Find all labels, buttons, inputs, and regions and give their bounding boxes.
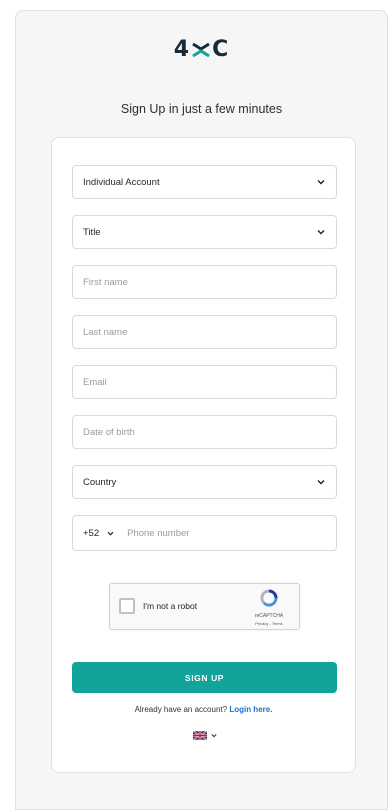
page-tagline: Sign Up in just a few minutes — [120, 102, 283, 116]
first-name-input[interactable]: First name — [72, 265, 337, 299]
country-select[interactable]: Country — [72, 465, 337, 499]
last-name-placeholder: Last name — [83, 326, 128, 338]
title-value: Title — [83, 226, 101, 238]
email-input[interactable]: Email — [72, 365, 337, 399]
recaptcha-label: I'm not a robot — [143, 601, 198, 611]
chevron-down-icon — [211, 734, 217, 738]
account-type-value: Individual Account — [83, 176, 160, 188]
recaptcha-logo: reCAPTCHA Privacy - Terms — [249, 589, 289, 626]
country-value: Country — [83, 476, 117, 488]
brand-logo: 4 C — [16, 37, 387, 62]
phone-field: +52 Phone number — [72, 515, 337, 551]
date-of-birth-placeholder: Date of birth — [83, 426, 135, 438]
chevron-down-icon — [316, 227, 326, 237]
account-type-select[interactable]: Individual Account — [72, 165, 337, 199]
recaptcha-privacy-terms[interactable]: Privacy - Terms — [249, 621, 289, 626]
chevron-down-icon[interactable] — [105, 528, 115, 538]
recaptcha-checkbox[interactable] — [119, 598, 135, 614]
login-prompt: Already have an account? Login here. — [52, 705, 355, 714]
first-name-placeholder: First name — [83, 276, 128, 288]
phone-number-input[interactable]: Phone number — [127, 528, 326, 539]
email-placeholder: Email — [83, 376, 107, 388]
date-of-birth-input[interactable]: Date of birth — [72, 415, 337, 449]
recaptcha-widget: I'm not a robot reCAPTCHA Privacy - Term… — [109, 583, 300, 630]
logo-x-icon — [192, 42, 210, 57]
chevron-down-icon — [316, 177, 326, 187]
chevron-down-icon — [316, 477, 326, 487]
language-selector[interactable] — [193, 731, 217, 740]
recaptcha-brand: reCAPTCHA — [254, 613, 284, 619]
uk-flag-icon — [193, 731, 207, 740]
signup-panel: 4 C Sign Up in just a few minutes Indivi… — [15, 10, 388, 810]
logo-text-right: C — [212, 37, 230, 62]
last-name-input[interactable]: Last name — [72, 315, 337, 349]
country-code-select[interactable]: +52 — [83, 528, 99, 539]
sign-up-button[interactable]: SIGN UP — [72, 662, 337, 693]
recaptcha-icon — [260, 589, 278, 607]
login-link[interactable]: Login here. — [229, 705, 272, 714]
logo-text-left: 4 — [173, 37, 191, 62]
title-select[interactable]: Title — [72, 215, 337, 249]
signup-form-card: Individual Account Title First name Last… — [51, 137, 356, 773]
login-prompt-text: Already have an account? — [134, 705, 228, 714]
